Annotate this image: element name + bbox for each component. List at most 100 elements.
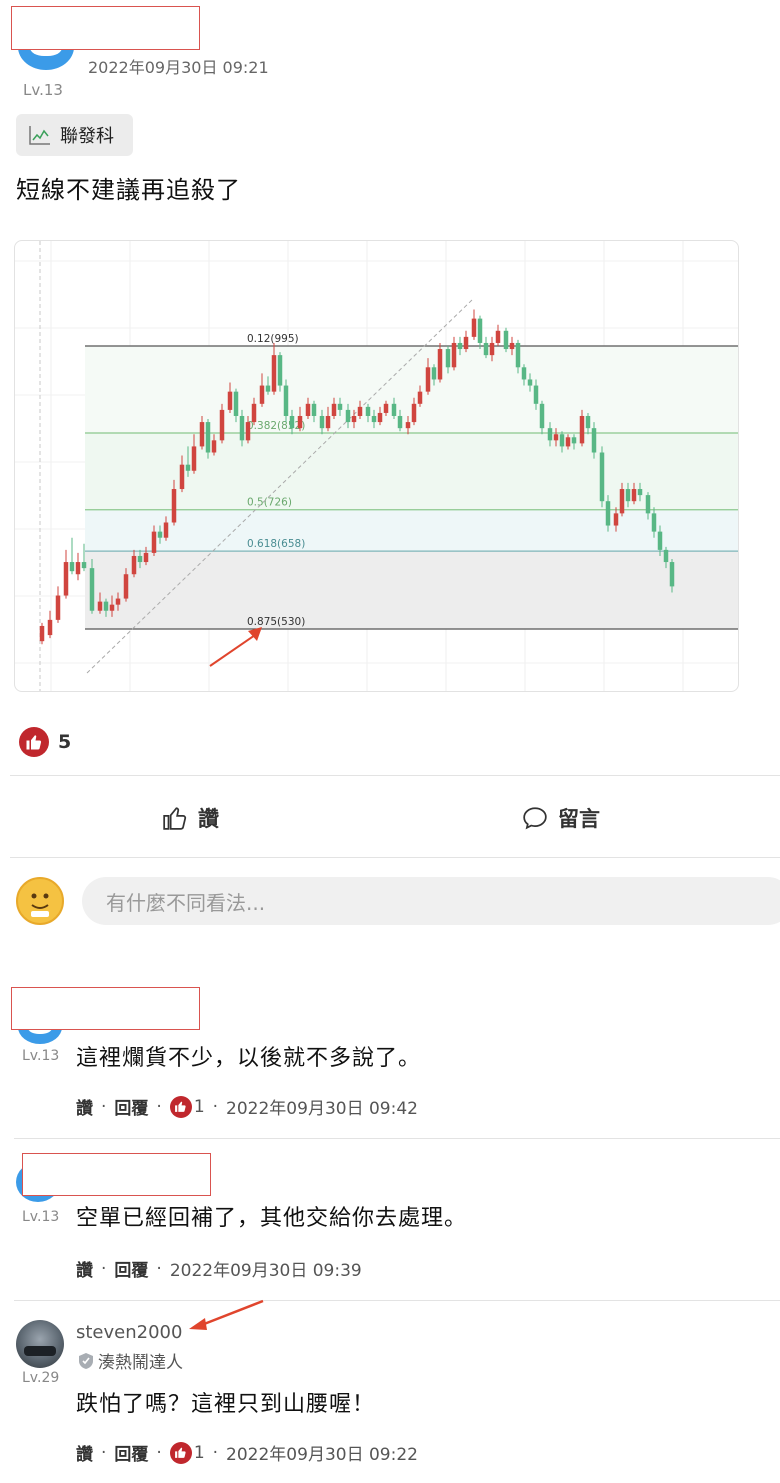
comment-meta: 讚 · 回覆 · 1 · 2022年09月30日 09:42	[76, 1094, 418, 1119]
comment-text: 空單已經回補了，其他交給你去處理。	[76, 1206, 468, 1231]
divider	[14, 1138, 780, 1139]
candle-body	[425, 367, 431, 392]
candle-body	[411, 403, 417, 423]
comment-like-link[interactable]: 讚	[76, 1094, 93, 1119]
candle-body	[533, 385, 539, 404]
candle-body	[553, 434, 559, 441]
candle-body	[163, 522, 169, 538]
separator: ·	[156, 1442, 162, 1463]
candle-body	[669, 562, 675, 587]
divider	[10, 857, 780, 858]
comment-like-count: 1	[193, 1096, 205, 1117]
candle-body	[75, 562, 81, 575]
candle-body	[97, 601, 103, 611]
comment-time: 2022年09月30日 09:39	[169, 1261, 362, 1281]
like-badge-icon	[169, 1441, 192, 1464]
candle-body	[271, 355, 277, 392]
comment-like-count: 1	[193, 1442, 205, 1463]
comment-reply-link[interactable]: 回覆	[114, 1256, 148, 1281]
candle-body	[289, 415, 295, 429]
candle-body	[251, 403, 257, 423]
separator: ·	[101, 1442, 107, 1463]
red-arrow-annotation	[189, 1299, 264, 1330]
candle-body	[103, 601, 109, 611]
candle-body	[123, 574, 129, 599]
candle-body	[151, 531, 157, 553]
candle-body	[463, 336, 469, 350]
separator: ·	[156, 1096, 162, 1117]
comment-meta: 讚 · 回覆 · 1 · 2022年09月30日 09:22	[76, 1440, 418, 1465]
my-avatar	[16, 877, 64, 925]
like-button[interactable]: 讚	[162, 803, 219, 833]
separator: ·	[101, 1096, 107, 1117]
candle-body	[283, 385, 289, 416]
redacted-username	[11, 6, 200, 50]
fib-zone	[85, 551, 738, 629]
red-arrow-annotation	[209, 632, 259, 667]
divider	[10, 775, 780, 776]
divider	[14, 1300, 780, 1301]
comment-reply-link[interactable]: 回覆	[114, 1440, 148, 1465]
candle-body	[515, 342, 521, 368]
candle-body	[377, 412, 383, 423]
candle-body	[489, 342, 495, 356]
like-badge-icon	[169, 1095, 192, 1118]
commenter-badge: 湊熱鬧達人	[78, 1348, 183, 1373]
candle-body	[547, 428, 553, 441]
candle-body	[205, 422, 211, 453]
candle-body	[571, 437, 577, 444]
candle-body	[219, 409, 225, 441]
candle-body	[211, 440, 217, 453]
fib-level-label: 0.5(726)	[247, 497, 292, 509]
post-text: 短線不建議再追殺了	[16, 176, 241, 204]
candle-body	[89, 568, 95, 611]
redacted-username	[22, 1153, 211, 1196]
commenter-username[interactable]: steven2000	[76, 1322, 182, 1343]
candle-body	[625, 489, 631, 502]
post-time: 2022年09月30日 09:21	[88, 58, 269, 77]
comment-like-link[interactable]: 讚	[76, 1440, 93, 1465]
comment-button[interactable]: 留言	[522, 803, 600, 833]
candle-body	[55, 595, 61, 620]
fib-level-label: 0.618(658)	[247, 538, 305, 550]
comment-text: 跌怕了嗎？這裡只到山腰喔！	[76, 1392, 376, 1417]
stock-tag[interactable]: 聯發科	[16, 114, 133, 156]
candle-body	[495, 330, 501, 343]
candle-body	[579, 415, 585, 444]
candle-body	[345, 409, 351, 423]
like-button-label: 讚	[198, 807, 219, 831]
commenter-avatar[interactable]	[16, 1320, 64, 1368]
candle-body	[383, 403, 389, 413]
candle-body	[69, 562, 75, 572]
candle-body	[337, 403, 343, 410]
candle-body	[131, 555, 137, 575]
candle-body	[477, 318, 483, 343]
candle-body	[457, 342, 463, 350]
candle-body	[171, 489, 177, 523]
thumbs-up-icon	[163, 807, 187, 830]
comment-like-link[interactable]: 讚	[76, 1256, 93, 1281]
candle-body	[437, 349, 443, 380]
post-author-level: Lv.13	[23, 81, 63, 99]
comment-input[interactable]: 有什麼不同看法...	[82, 877, 780, 925]
candle-body	[365, 406, 371, 416]
candle-body	[311, 403, 317, 416]
fib-zone	[85, 509, 738, 552]
candle-body	[471, 318, 477, 337]
stock-tag-label: 聯發科	[60, 126, 114, 147]
candle-body	[527, 379, 533, 386]
stock-chart-image[interactable]: 0.12(995) 0.382(852) 0.5(726) 0.618(658) 0.8…	[14, 240, 739, 692]
speech-bubble-icon	[523, 807, 547, 830]
candle-body	[357, 406, 363, 416]
commenter-level: Lv.13	[22, 1209, 60, 1225]
candle-body	[657, 531, 663, 550]
candle-body	[619, 489, 625, 514]
candle-body	[565, 437, 571, 447]
candle-body	[331, 403, 337, 416]
comment-time: 2022年09月30日 09:22	[226, 1445, 418, 1465]
candle-body	[351, 415, 357, 423]
candle-body	[483, 342, 489, 356]
comment-meta: 讚 · 回覆 · 2022年09月30日 09:39	[76, 1256, 362, 1282]
candle-body	[297, 415, 303, 429]
comment-reply-link[interactable]: 回覆	[114, 1094, 148, 1119]
